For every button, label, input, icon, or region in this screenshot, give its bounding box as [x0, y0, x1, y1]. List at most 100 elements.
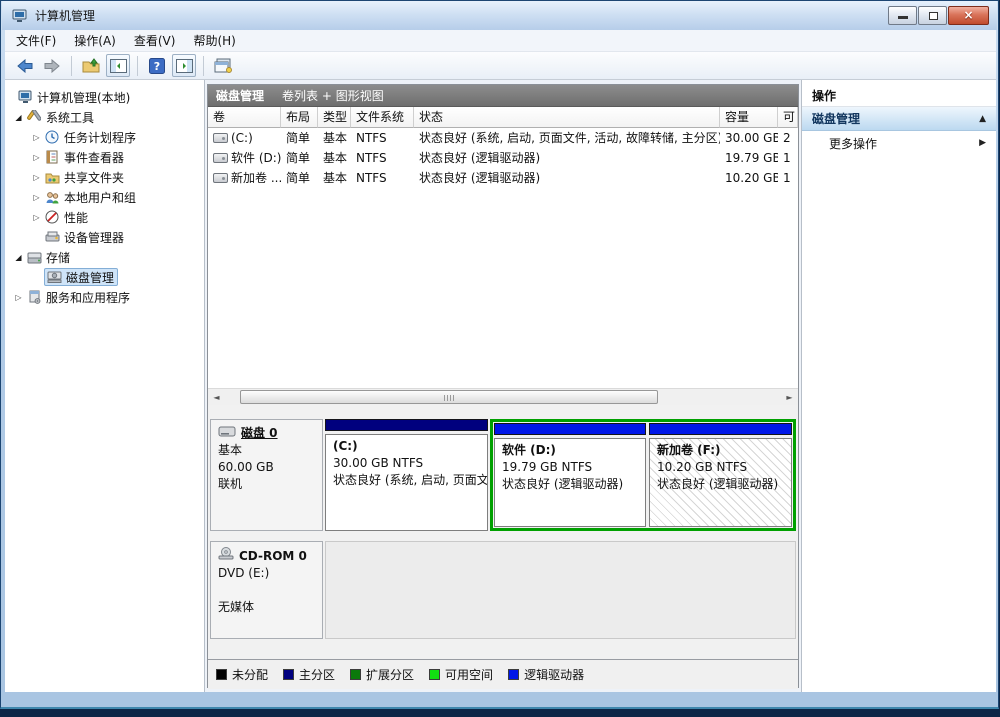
toolbar: ? — [5, 52, 996, 80]
new-window-button[interactable] — [211, 54, 235, 77]
expander-collapsed-icon[interactable]: ▷ — [11, 293, 26, 302]
expander-collapsed-icon[interactable]: ▷ — [29, 193, 44, 202]
action-pane-toggle-button[interactable] — [172, 54, 196, 77]
tree-item-label: 计算机管理(本地) — [37, 90, 131, 105]
back-icon — [17, 58, 33, 73]
tree-item-performance[interactable]: ▷ 性能 — [5, 207, 204, 227]
tree-item-system-tools[interactable]: ◢ 系统工具 — [5, 107, 204, 127]
cdrom-media-area[interactable] — [325, 541, 796, 639]
console-tree: 计算机管理(本地) ◢ 系统工具 ▷ 任务计划程序 ▷ 事件查看器 ▷ 共享文件… — [5, 80, 205, 692]
tree-item-label: 任务计划程序 — [64, 130, 137, 145]
forward-button[interactable] — [40, 54, 64, 77]
export-list-button[interactable] — [79, 54, 103, 77]
storage-icon — [26, 250, 42, 264]
tree-item-local-users-groups[interactable]: ▷ 本地用户和组 — [5, 187, 204, 207]
volume-icon — [213, 133, 228, 143]
menu-file[interactable]: 文件(F) — [7, 30, 65, 51]
partition-size: 19.79 GB NTFS — [502, 460, 593, 474]
more-actions-item[interactable]: 更多操作 ▶ — [802, 131, 996, 155]
scroll-right-icon[interactable]: ► — [781, 389, 798, 405]
table-row[interactable]: 新加卷 ... 简单 基本 NTFS 状态良好 (逻辑驱动器) 10.20 GB… — [208, 168, 798, 188]
selected-tree-item[interactable]: 磁盘管理 — [44, 268, 119, 286]
expander-collapsed-icon[interactable]: ▷ — [29, 213, 44, 222]
expander-expanded-icon[interactable]: ◢ — [11, 113, 26, 122]
console-tree-icon — [109, 58, 127, 73]
cdrom-name: CD-ROM 0 — [239, 548, 307, 563]
close-button[interactable]: × — [948, 6, 989, 25]
legend-item: 主分区 — [283, 666, 335, 683]
tree-item-label: 共享文件夹 — [64, 170, 125, 185]
restore-button[interactable] — [918, 6, 947, 25]
table-row[interactable]: (C:) 简单 基本 NTFS 状态良好 (系统, 启动, 页面文件, 活动, … — [208, 128, 798, 148]
svg-text:?: ? — [154, 60, 160, 73]
menu-action[interactable]: 操作(A) — [65, 30, 125, 51]
scrollbar-thumb[interactable] — [240, 390, 658, 404]
volume-icon — [213, 153, 228, 163]
column-header-layout[interactable]: 布局 — [281, 107, 318, 128]
column-header-filesystem[interactable]: 文件系统 — [351, 107, 414, 128]
column-header-status[interactable]: 状态 — [414, 107, 720, 128]
menu-help[interactable]: 帮助(H) — [184, 30, 244, 51]
tree-item-device-manager[interactable]: 设备管理器 — [5, 227, 204, 247]
cdrom-drive-letter: DVD (E:) — [218, 566, 270, 580]
console-tree-toggle-button[interactable] — [106, 54, 130, 77]
legend-item: 逻辑驱动器 — [508, 666, 584, 683]
help-button[interactable]: ? — [145, 54, 169, 77]
computer-management-window: 计算机管理 × 文件(F) 操作(A) 查看(V) 帮助(H) ? 计算机管理(… — [0, 0, 999, 709]
tree-item-storage[interactable]: ◢ 存储 — [5, 247, 204, 267]
performance-icon — [44, 210, 60, 224]
tree-item-disk-management[interactable]: 磁盘管理 — [5, 267, 204, 287]
tree-item-task-scheduler[interactable]: ▷ 任务计划程序 — [5, 127, 204, 147]
expander-collapsed-icon[interactable]: ▷ — [29, 133, 44, 142]
partition-f-selected[interactable]: 新加卷 (F:) 10.20 GB NTFS 状态良好 (逻辑驱动器) — [649, 423, 792, 527]
partition-c[interactable]: (C:) 30.00 GB NTFS 状态良好 (系统, 启动, 页面文 — [325, 419, 488, 531]
scroll-left-icon[interactable]: ◄ — [208, 389, 225, 405]
users-icon — [44, 190, 60, 204]
minimize-button[interactable] — [888, 6, 917, 25]
primary-partition-bar — [325, 419, 488, 431]
tree-item-event-viewer[interactable]: ▷ 事件查看器 — [5, 147, 204, 167]
column-header-type[interactable]: 类型 — [318, 107, 351, 128]
disk-0-header[interactable]: 磁盘 0 基本 60.00 GB 联机 — [210, 419, 323, 531]
expander-collapsed-icon[interactable]: ▷ — [29, 153, 44, 162]
graphical-view: 磁盘 0 基本 60.00 GB 联机 (C:) 30.00 GB NTFS 状… — [208, 405, 798, 659]
partition-label: 软件 (D:) — [502, 443, 556, 457]
volume-list-header: 卷 布局 类型 文件系统 状态 容量 可 — [208, 107, 798, 128]
tree-item-label: 服务和应用程序 — [46, 290, 131, 305]
tree-item-label: 存储 — [46, 250, 71, 265]
title-bar[interactable]: 计算机管理 × — [2, 1, 997, 30]
partition-size: 30.00 GB NTFS — [333, 456, 424, 470]
action-pane-icon — [175, 58, 193, 73]
logical-drive-bar — [494, 423, 646, 435]
partition-d[interactable]: 软件 (D:) 19.79 GB NTFS 状态良好 (逻辑驱动器) — [494, 423, 646, 527]
legend-swatch-free — [429, 669, 441, 680]
column-header-volume[interactable]: 卷 — [208, 107, 281, 128]
collapse-section-icon[interactable]: ▲ — [979, 114, 986, 124]
column-header-free[interactable]: 可 — [778, 107, 798, 128]
tree-item-label: 系统工具 — [46, 110, 95, 125]
tree-item-services-applications[interactable]: ▷ 服务和应用程序 — [5, 287, 204, 307]
tree-item-label: 磁盘管理 — [66, 270, 115, 285]
actions-section-disk-management[interactable]: 磁盘管理 ▲ — [802, 107, 996, 131]
cdrom-0-header[interactable]: CD-ROM 0 DVD (E:) 无媒体 — [210, 541, 323, 639]
back-button[interactable] — [13, 54, 37, 77]
forward-icon — [44, 58, 60, 73]
table-row[interactable]: 软件 (D:) 简单 基本 NTFS 状态良好 (逻辑驱动器) 19.79 GB… — [208, 148, 798, 168]
actions-header: 操作 — [802, 85, 996, 107]
column-header-capacity[interactable]: 容量 — [720, 107, 778, 128]
expander-expanded-icon[interactable]: ◢ — [11, 253, 26, 262]
disk-type: 基本 — [218, 443, 243, 457]
volume-list: 卷 布局 类型 文件系统 状态 容量 可 (C:) 简单 基本 NTFS 状态良… — [208, 107, 798, 388]
legend-item: 未分配 — [216, 666, 268, 683]
horizontal-scrollbar[interactable]: ◄ ► — [208, 388, 798, 405]
tree-item-label: 事件查看器 — [64, 150, 125, 165]
expander-collapsed-icon[interactable]: ▷ — [29, 173, 44, 182]
close-icon: × — [963, 8, 974, 22]
folder-up-icon — [82, 58, 100, 73]
toolbar-separator — [71, 55, 72, 76]
tree-item-computer-management[interactable]: 计算机管理(本地) — [5, 87, 204, 107]
menu-view[interactable]: 查看(V) — [125, 30, 185, 51]
partition-status: 状态良好 (逻辑驱动器) — [657, 477, 779, 491]
tree-item-shared-folders[interactable]: ▷ 共享文件夹 — [5, 167, 204, 187]
disk-status: 联机 — [218, 477, 243, 491]
